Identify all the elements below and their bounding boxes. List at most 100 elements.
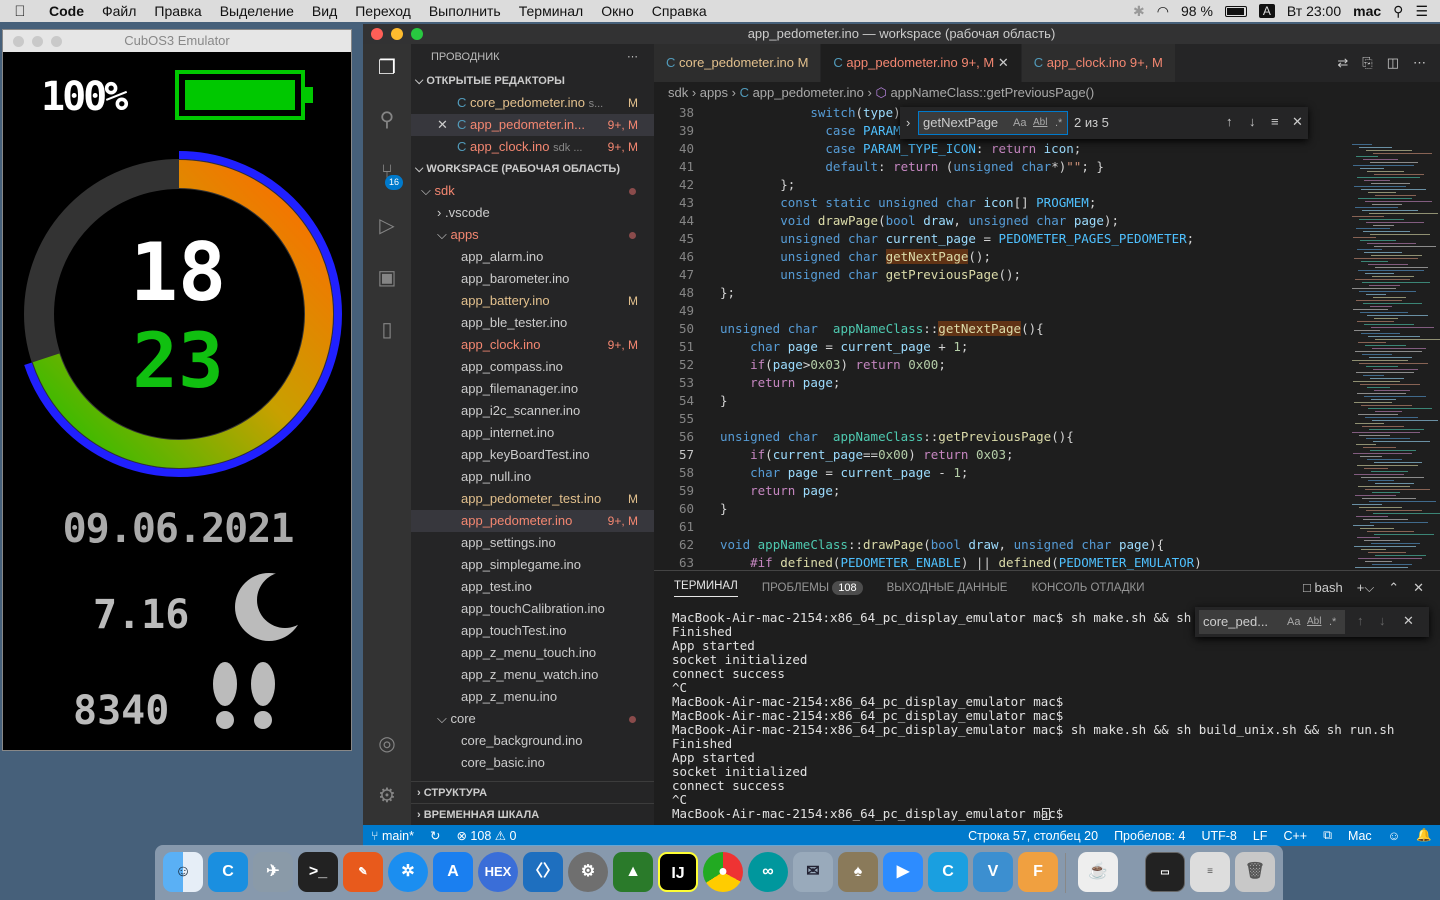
- match-case-option[interactable]: Aa: [1013, 112, 1026, 134]
- file-item[interactable]: app_barometer.ino: [411, 268, 654, 290]
- input-source-icon[interactable]: A: [1258, 4, 1275, 18]
- menu-item-selection[interactable]: Выделение: [211, 3, 303, 19]
- menu-item-window[interactable]: Окно: [592, 3, 643, 19]
- accounts-icon[interactable]: ◎: [375, 732, 399, 756]
- file-item[interactable]: app_battery.ino M: [411, 290, 654, 312]
- android-studio-icon[interactable]: ▲: [613, 852, 653, 892]
- file-item[interactable]: app_ble_tester.ino: [411, 312, 654, 334]
- code-line[interactable]: unsigned char getPreviousPage();: [720, 266, 1021, 284]
- timeline-section[interactable]: › ВРЕМЕННАЯ ШКАЛА: [411, 803, 654, 825]
- match-case-option[interactable]: Aa: [1287, 610, 1300, 634]
- minimap[interactable]: [1344, 104, 1440, 592]
- finder-icon[interactable]: ☺: [163, 852, 203, 892]
- code-line[interactable]: return page;: [720, 482, 840, 500]
- spotlight-search-icon[interactable]: ⚲: [1393, 3, 1403, 20]
- feedback-icon[interactable]: ☺: [1380, 829, 1409, 843]
- code-line[interactable]: };: [720, 284, 735, 302]
- trash-icon[interactable]: 🗑: [1235, 852, 1275, 892]
- stage-app-icon[interactable]: ✎: [343, 852, 383, 892]
- explorer-icon[interactable]: ❐: [375, 56, 399, 80]
- code-line[interactable]: }: [720, 500, 728, 518]
- previous-match-icon[interactable]: ↑: [1226, 114, 1233, 129]
- match-word-option[interactable]: Abl: [1307, 610, 1321, 634]
- intellij-icon[interactable]: IJ: [658, 852, 698, 892]
- code-line[interactable]: default: return (unsigned char*)""; }: [720, 158, 1104, 176]
- tab-debug-console[interactable]: КОНСОЛЬ ОТЛАДКИ: [1031, 582, 1144, 594]
- close-panel-icon[interactable]: ✕: [1413, 580, 1424, 596]
- breadcrumb-item[interactable]: sdk: [668, 85, 688, 100]
- minimize-window-button[interactable]: [391, 28, 403, 40]
- problems-indicator[interactable]: ⊗ 108 ⚠ 0: [448, 828, 524, 843]
- terminal-window-thumbnail[interactable]: ▭: [1145, 852, 1185, 892]
- code-line[interactable]: char page = current_page - 1;: [720, 464, 968, 482]
- code-line[interactable]: void appNameClass::drawPage(bool draw, u…: [720, 536, 1164, 554]
- config-icon[interactable]: ⧉: [1315, 828, 1340, 843]
- outline-section[interactable]: › СТРУКТУРА: [411, 781, 654, 803]
- more-actions-icon[interactable]: ⋯: [1413, 44, 1426, 82]
- close-editor-icon[interactable]: ✕: [437, 114, 448, 136]
- new-terminal-icon[interactable]: +⌵: [1357, 580, 1374, 596]
- file-item[interactable]: app_clock.ino 9+, M: [411, 334, 654, 356]
- code-line[interactable]: unsigned char getNextPage();: [720, 248, 991, 266]
- file-item[interactable]: app_filemanager.ino: [411, 378, 654, 400]
- code-line[interactable]: unsigned char appNameClass::getNextPage(…: [720, 320, 1044, 338]
- file-item[interactable]: app_z_menu_touch.ino: [411, 642, 654, 664]
- terminal-shell-selector[interactable]: □ bash: [1303, 580, 1343, 596]
- search-icon[interactable]: ⚲: [375, 108, 399, 132]
- manage-gear-icon[interactable]: ⚙: [375, 784, 399, 808]
- toggle-replace-icon[interactable]: ›: [906, 115, 910, 130]
- file-item[interactable]: app_z_menu_watch.ino: [411, 664, 654, 686]
- next-match-icon[interactable]: ↓: [1379, 613, 1386, 628]
- file-item[interactable]: app_touchCalibration.ino: [411, 598, 654, 620]
- breadcrumb-item[interactable]: app_pedometer.ino: [753, 85, 864, 100]
- file-item[interactable]: app_i2c_scanner.ino: [411, 400, 654, 422]
- previous-match-icon[interactable]: ↑: [1357, 613, 1364, 628]
- close-tab-icon[interactable]: ✕: [998, 55, 1009, 70]
- open-editors-section[interactable]: ⌵ ОТКРЫТЫЕ РЕДАКТОРЫ: [411, 70, 654, 92]
- open-editor-item[interactable]: C core_pedometer.ino s... M: [411, 92, 654, 114]
- chrome-icon[interactable]: ●: [703, 852, 743, 892]
- codeblocks-icon[interactable]: C: [208, 852, 248, 892]
- tab-core-pedometer[interactable]: C core_pedometer.ino M: [654, 44, 822, 82]
- code-line[interactable]: unsigned char current_page = PEDOMETER_P…: [720, 230, 1194, 248]
- open-editor-item[interactable]: C app_clock.ino sdk ... 9+, M: [411, 136, 654, 158]
- preview-icon[interactable]: ✉: [793, 852, 833, 892]
- arduino-icon[interactable]: ∞: [748, 852, 788, 892]
- file-item[interactable]: app_settings.ino: [411, 532, 654, 554]
- launchpad-icon[interactable]: ✈: [253, 852, 293, 892]
- code-line[interactable]: if(current_page==0x00) return 0x03;: [720, 446, 1013, 464]
- folder-item[interactable]: ⌵ apps: [411, 224, 654, 246]
- close-window-button[interactable]: [371, 28, 383, 40]
- folder-item[interactable]: ⌵ sdk: [411, 180, 654, 202]
- battery-percent[interactable]: 98 %: [1181, 3, 1213, 19]
- language-mode[interactable]: C++: [1275, 829, 1315, 843]
- close-find-icon[interactable]: ✕: [1403, 613, 1414, 629]
- menu-app-name[interactable]: Code: [40, 3, 93, 19]
- wifi-icon[interactable]: ◠: [1157, 3, 1169, 20]
- indentation[interactable]: Пробелов: 4: [1106, 829, 1193, 843]
- menu-item-view[interactable]: Вид: [303, 3, 346, 19]
- encoding[interactable]: UTF-8: [1193, 829, 1244, 843]
- file-item[interactable]: app_pedometer_test.ino M: [411, 488, 654, 510]
- code-line[interactable]: switch(type){: [720, 104, 908, 122]
- zoom-window-button[interactable]: [51, 36, 62, 47]
- end-of-line[interactable]: LF: [1245, 829, 1276, 843]
- zoom-icon[interactable]: ▶: [883, 852, 923, 892]
- remote-explorer-icon[interactable]: ▯: [375, 318, 399, 342]
- tab-app-clock[interactable]: C app_clock.ino 9+, M: [1021, 44, 1176, 82]
- breadcrumb-item[interactable]: appNameClass::getPreviousPage(): [890, 85, 1094, 100]
- tab-app-pedometer[interactable]: C app_pedometer.ino 9+, M ✕: [821, 44, 1022, 82]
- menu-user[interactable]: mac: [1353, 3, 1381, 19]
- tab-terminal[interactable]: ТЕРМИНАЛ: [674, 580, 738, 597]
- app-store-icon[interactable]: A: [433, 852, 473, 892]
- match-word-option[interactable]: Abl: [1033, 112, 1047, 134]
- run-debug-icon[interactable]: ▷: [375, 214, 399, 238]
- compare-changes-icon[interactable]: ⇄: [1337, 44, 1348, 82]
- zoom-window-button[interactable]: [411, 28, 423, 40]
- file-item[interactable]: app_pedometer.ino 9+, M: [411, 510, 654, 532]
- control-center-icon[interactable]: ☰: [1415, 3, 1428, 20]
- branch-indicator[interactable]: ⑂ main*: [363, 829, 422, 843]
- minimize-window-button[interactable]: [32, 36, 43, 47]
- menu-item-edit[interactable]: Правка: [145, 3, 210, 19]
- cursor-position[interactable]: Строка 57, столбец 20: [960, 829, 1106, 843]
